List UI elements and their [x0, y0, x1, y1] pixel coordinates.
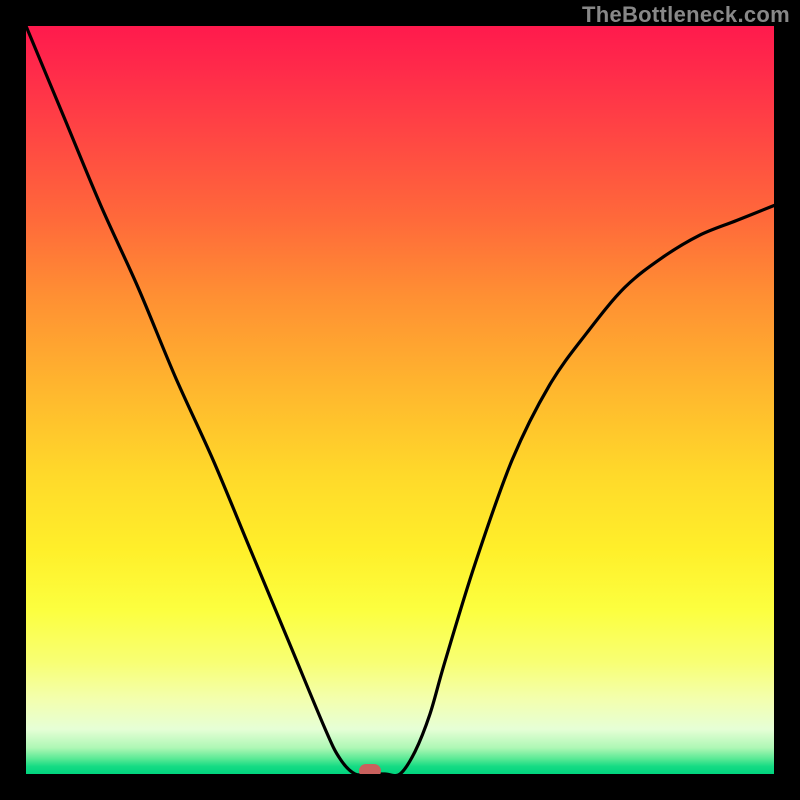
- chart-frame: TheBottleneck.com: [0, 0, 800, 800]
- bottleneck-curve: [26, 26, 774, 774]
- plot-area: [26, 26, 774, 774]
- watermark-text: TheBottleneck.com: [582, 2, 790, 28]
- optimal-point-marker: [359, 764, 381, 774]
